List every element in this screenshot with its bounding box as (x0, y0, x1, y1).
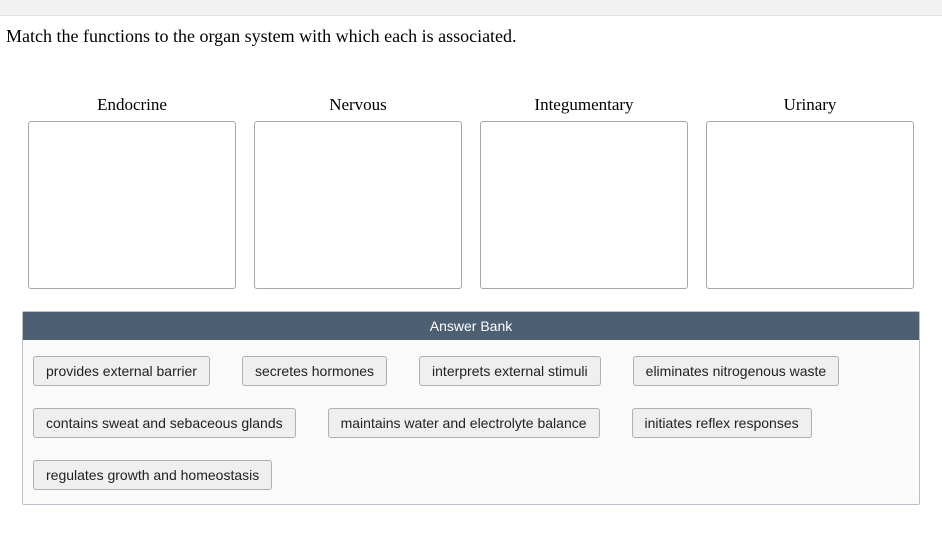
answer-chip[interactable]: initiates reflex responses (632, 408, 812, 438)
categories-row: Endocrine Nervous Integumentary Urinary (0, 47, 942, 289)
answer-chip[interactable]: regulates growth and homeostasis (33, 460, 272, 490)
category-urinary: Urinary (706, 95, 914, 289)
category-label: Integumentary (534, 95, 633, 115)
answer-row: contains sweat and sebaceous glands main… (33, 408, 909, 438)
category-nervous: Nervous (254, 95, 462, 289)
category-integumentary: Integumentary (480, 95, 688, 289)
answer-chip[interactable]: provides external barrier (33, 356, 210, 386)
answer-bank: Answer Bank provides external barrier se… (22, 311, 920, 505)
dropzone-urinary[interactable] (706, 121, 914, 289)
question-text: Match the functions to the organ system … (0, 16, 942, 47)
answer-bank-title: Answer Bank (23, 312, 919, 340)
dropzone-nervous[interactable] (254, 121, 462, 289)
category-label: Endocrine (97, 95, 167, 115)
top-toolbar (0, 0, 942, 16)
dropzone-endocrine[interactable] (28, 121, 236, 289)
answer-chip[interactable]: maintains water and electrolyte balance (328, 408, 600, 438)
answer-row: regulates growth and homeostasis (33, 460, 909, 490)
answer-bank-body: provides external barrier secretes hormo… (23, 340, 919, 504)
answer-row: provides external barrier secretes hormo… (33, 356, 909, 386)
answer-chip[interactable]: secretes hormones (242, 356, 387, 386)
answer-chip[interactable]: eliminates nitrogenous waste (633, 356, 840, 386)
category-endocrine: Endocrine (28, 95, 236, 289)
answer-chip[interactable]: interprets external stimuli (419, 356, 601, 386)
answer-chip[interactable]: contains sweat and sebaceous glands (33, 408, 296, 438)
dropzone-integumentary[interactable] (480, 121, 688, 289)
category-label: Urinary (784, 95, 837, 115)
category-label: Nervous (329, 95, 387, 115)
